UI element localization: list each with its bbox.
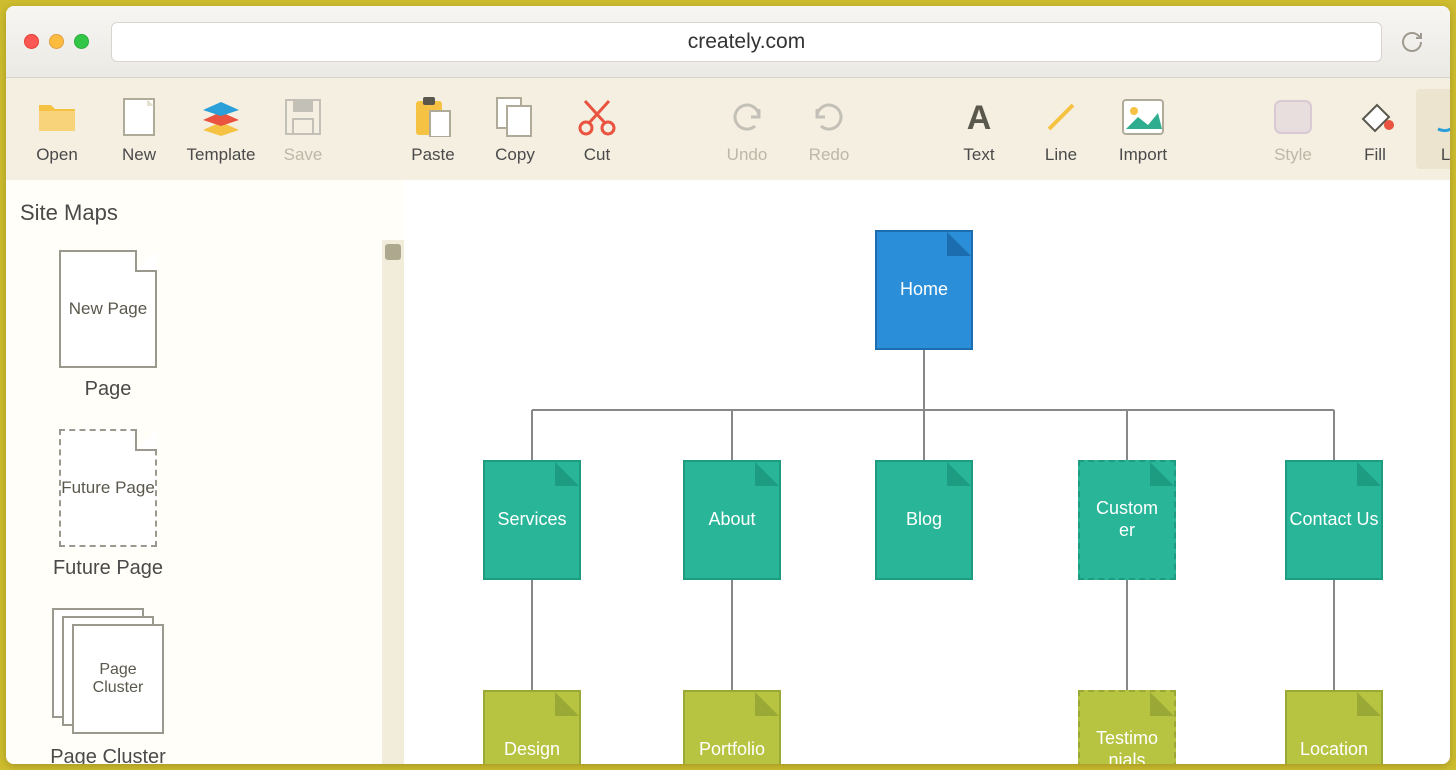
template-button[interactable]: Template: [180, 89, 262, 169]
shapes-sidebar: Site Maps New Page Page Future Page Futu…: [6, 180, 404, 764]
node-services[interactable]: Services: [483, 460, 581, 580]
open-button[interactable]: Open: [16, 89, 98, 169]
save-button[interactable]: Save: [262, 89, 344, 169]
node-home[interactable]: Home: [875, 230, 973, 350]
paste-button[interactable]: Paste: [392, 89, 474, 169]
node-about[interactable]: About: [683, 460, 781, 580]
toolbar: Open New Template Save Paste C: [6, 78, 1450, 180]
text-icon: A: [961, 95, 997, 139]
reload-icon: [1400, 30, 1424, 54]
line-icon: [1043, 95, 1079, 139]
minimize-window-button[interactable]: [49, 34, 64, 49]
save-icon: [285, 95, 321, 139]
window-controls: [24, 34, 89, 49]
new-file-icon: [123, 95, 155, 139]
node-portfolio[interactable]: Portfolio: [683, 690, 781, 764]
pencil-line-icon: [1434, 95, 1450, 139]
folder-icon: [37, 95, 77, 139]
style-swatch-icon: [1274, 95, 1312, 139]
cut-button[interactable]: Cut: [556, 89, 638, 169]
node-testimonials[interactable]: Testimo nials: [1078, 690, 1176, 764]
sidebar-title: Site Maps: [6, 180, 404, 240]
node-blog[interactable]: Blog: [875, 460, 973, 580]
import-button[interactable]: Import: [1102, 89, 1184, 169]
redo-button[interactable]: Redo: [788, 89, 870, 169]
shape-future-page[interactable]: Future Page Future Page: [24, 429, 192, 580]
node-contact[interactable]: Contact Us: [1285, 460, 1383, 580]
url-text: creately.com: [688, 30, 805, 54]
undo-button[interactable]: Undo: [706, 89, 788, 169]
svg-text:A: A: [967, 99, 992, 135]
shape-page-cluster[interactable]: Page Cluster Page Cluster: [24, 608, 192, 764]
line-style-button[interactable]: Line: [1416, 89, 1450, 169]
address-bar[interactable]: creately.com: [111, 22, 1382, 62]
scissors-icon: [577, 95, 617, 139]
image-icon: [1122, 95, 1164, 139]
redo-icon: [811, 95, 847, 139]
reload-button[interactable]: [1392, 30, 1432, 54]
shape-page[interactable]: New Page Page: [24, 250, 192, 401]
clipboard-icon: [414, 95, 452, 139]
copy-button[interactable]: Copy: [474, 89, 556, 169]
close-window-button[interactable]: [24, 34, 39, 49]
fill-button[interactable]: Fill: [1334, 89, 1416, 169]
node-customer[interactable]: Custom er: [1078, 460, 1176, 580]
style-button[interactable]: Style: [1252, 89, 1334, 169]
line-tool-button[interactable]: Line: [1020, 89, 1102, 169]
maximize-window-button[interactable]: [74, 34, 89, 49]
paint-bucket-icon: [1355, 95, 1395, 139]
diagram-canvas[interactable]: Home Services About Blog Custom er Conta…: [404, 180, 1450, 764]
node-design[interactable]: Design: [483, 690, 581, 764]
browser-chrome: creately.com: [6, 6, 1450, 78]
new-button[interactable]: New: [98, 89, 180, 169]
layers-icon: [201, 95, 241, 139]
node-location[interactable]: Location: [1285, 690, 1383, 764]
undo-icon: [729, 95, 765, 139]
copy-icon: [496, 95, 534, 139]
text-tool-button[interactable]: A Text: [938, 89, 1020, 169]
sidebar-scrollbar[interactable]: [382, 240, 404, 764]
scrollbar-thumb[interactable]: [385, 244, 401, 260]
